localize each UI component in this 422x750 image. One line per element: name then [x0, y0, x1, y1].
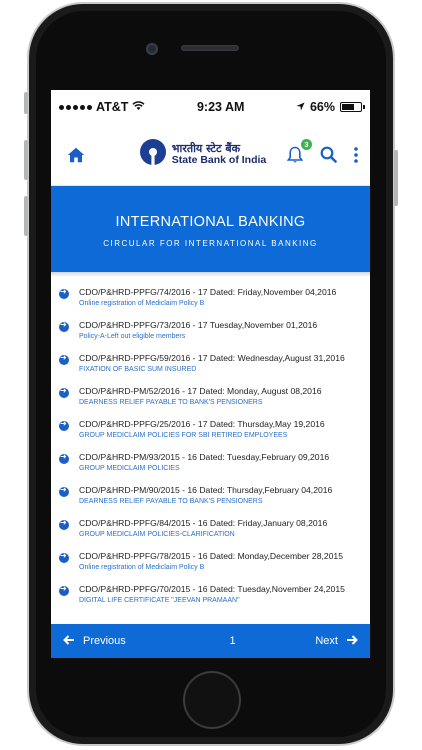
arrow-circle-right-icon: [59, 320, 69, 332]
signal-strength-icon: [59, 104, 92, 110]
circular-text: CDO/P&HRD-PPFG/70/2015 - 16 Dated: Tuesd…: [79, 584, 345, 604]
volume-up-button: [24, 140, 28, 180]
wifi-icon: [132, 100, 145, 114]
circular-subtitle[interactable]: GROUP MEDICLAIM POLICIES FOR SBI RETIRED…: [79, 432, 325, 439]
header-actions: 3: [284, 138, 360, 166]
arrow-circle-right-icon: [59, 419, 69, 431]
circular-subtitle[interactable]: GROUP MEDICLAIM POLICIES-CLARIFICATION: [79, 531, 327, 538]
status-time: 9:23 AM: [196, 100, 245, 114]
circular-list-item[interactable]: CDO/P&HRD-PPFG/73/2016 - 17 Tuesday,Nove…: [59, 320, 370, 353]
earpiece-speaker: [181, 45, 239, 51]
circular-title: CDO/P&HRD-PM/90/2015 - 16 Dated: Thursda…: [79, 485, 333, 495]
logo-english-text: State Bank of India: [171, 153, 267, 166]
circular-list-item[interactable]: CDO/P&HRD-PPFG/74/2016 - 17 Dated: Frida…: [59, 287, 370, 320]
page-number: 1: [229, 635, 236, 647]
status-bar: AT&T 9:23 AM 66%: [51, 90, 370, 124]
circular-text: CDO/P&HRD-PPFG/74/2016 - 17 Dated: Frida…: [79, 287, 336, 307]
circular-list: CDO/P&HRD-PPFG/74/2016 - 17 Dated: Frida…: [51, 277, 370, 617]
carrier-name: AT&T: [96, 100, 129, 114]
circular-list-item[interactable]: CDO/P&HRD-PPFG/84/2015 - 16 Dated: Frida…: [59, 518, 370, 551]
circular-title: CDO/P&HRD-PPFG/74/2016 - 17 Dated: Frida…: [79, 287, 337, 297]
circular-list-item[interactable]: CDO/P&HRD-PPFG/59/2016 - 17 Dated: Wedne…: [59, 353, 370, 386]
circular-title: CDO/P&HRD-PPFG/78/2015 - 16 Dated: Monda…: [79, 551, 343, 561]
arrow-circle-right-icon: [59, 353, 69, 365]
circular-subtitle[interactable]: GROUP MEDICLAIM POLICIES: [79, 465, 329, 472]
bell-icon[interactable]: 3: [284, 138, 312, 166]
arrow-circle-right-icon: [59, 386, 69, 398]
status-left: AT&T: [59, 100, 145, 114]
sbi-keyhole-icon: [139, 138, 167, 171]
volume-down-button: [24, 196, 28, 236]
arrow-left-icon: [63, 634, 75, 648]
previous-button[interactable]: Previous: [63, 634, 126, 648]
next-button[interactable]: Next: [315, 634, 358, 648]
battery-icon: [340, 102, 365, 112]
banner-title: INTERNATIONAL BANKING: [115, 214, 306, 230]
mute-switch: [24, 92, 28, 114]
circular-subtitle[interactable]: Policy-A-Left out eligible members: [79, 333, 317, 340]
banner-subtitle: CIRCULAR FOR INTERNATIONAL BANKING: [103, 239, 318, 248]
search-icon[interactable]: [318, 144, 340, 166]
arrow-circle-right-icon: [59, 584, 69, 596]
battery-level: [342, 104, 354, 110]
home-icon[interactable]: [65, 144, 87, 166]
arrow-circle-right-icon: [59, 287, 69, 299]
pagination-bar: Previous 1 Next: [51, 624, 370, 658]
power-button: [394, 150, 398, 206]
circular-text: CDO/P&HRD-PPFG/84/2015 - 16 Dated: Frida…: [79, 518, 327, 538]
circular-title: CDO/P&HRD-PPFG/84/2015 - 16 Dated: Frida…: [79, 518, 328, 528]
circular-title: CDO/P&HRD-PPFG/70/2015 - 16 Dated: Tuesd…: [79, 584, 345, 594]
location-arrow-icon: [296, 100, 305, 114]
circular-list-item[interactable]: CDO/P&HRD-PPFG/70/2015 - 16 Dated: Tuesd…: [59, 584, 370, 617]
circular-title: CDO/P&HRD-PPFG/25/2016 - 17 Dated: Thurs…: [79, 419, 325, 429]
circular-subtitle[interactable]: DEARNESS RELIEF PAYABLE TO BANK'S PENSIO…: [79, 399, 322, 406]
circular-title: CDO/P&HRD-PM/52/2016 - 17 Dated: Monday,…: [79, 386, 322, 396]
logo-text: भारतीय स्टेट बैंक State Bank of India: [171, 141, 267, 167]
circular-subtitle[interactable]: FIXATION OF BASIC SUM INSURED: [79, 366, 345, 373]
circular-list-item[interactable]: CDO/P&HRD-PM/52/2016 - 17 Dated: Monday,…: [59, 386, 370, 419]
circular-text: CDO/P&HRD-PPFG/78/2015 - 16 Dated: Monda…: [79, 551, 343, 571]
status-right: 66%: [296, 100, 365, 114]
app-screen: AT&T 9:23 AM 66% भारतीय स्टेट बैंक State…: [51, 90, 370, 658]
circular-subtitle[interactable]: DIGITAL LIFE CERTIFICATE "JEEVAN PRAMAAN…: [79, 597, 345, 604]
section-banner: INTERNATIONAL BANKING CIRCULAR FOR INTER…: [51, 186, 370, 272]
circular-text: CDO/P&HRD-PPFG/59/2016 - 17 Dated: Wedne…: [79, 353, 345, 373]
home-button[interactable]: [183, 671, 241, 729]
circular-text: CDO/P&HRD-PPFG/73/2016 - 17 Tuesday,Nove…: [79, 320, 317, 340]
arrow-circle-right-icon: [59, 551, 69, 563]
arrow-circle-right-icon: [59, 518, 69, 530]
circular-title: CDO/P&HRD-PPFG/73/2016 - 17 Tuesday,Nove…: [79, 320, 318, 330]
arrow-circle-right-icon: [59, 485, 69, 497]
app-header: भारतीय स्टेट बैंक State Bank of India 3: [51, 124, 370, 186]
circular-subtitle[interactable]: DEARNESS RELIEF PAYABLE TO BANK'S PENSIO…: [79, 498, 332, 505]
arrow-right-icon: [346, 634, 358, 648]
circular-text: CDO/P&HRD-PM/93/2015 - 16 Dated: Tuesday…: [79, 452, 329, 472]
previous-label: Previous: [83, 635, 126, 647]
circular-list-item[interactable]: CDO/P&HRD-PM/90/2015 - 16 Dated: Thursda…: [59, 485, 370, 518]
front-camera: [146, 43, 158, 55]
circular-text: CDO/P&HRD-PPFG/25/2016 - 17 Dated: Thurs…: [79, 419, 325, 439]
kebab-menu-icon[interactable]: [352, 144, 360, 166]
circular-subtitle[interactable]: Online registration of Mediclaim Policy …: [79, 300, 336, 307]
circular-text: CDO/P&HRD-PM/52/2016 - 17 Dated: Monday,…: [79, 386, 322, 406]
circular-list-item[interactable]: CDO/P&HRD-PPFG/25/2016 - 17 Dated: Thurs…: [59, 419, 370, 452]
sbi-logo: भारतीय स्टेट बैंक State Bank of India: [139, 138, 267, 171]
circular-list-item[interactable]: CDO/P&HRD-PPFG/78/2015 - 16 Dated: Monda…: [59, 551, 370, 584]
circular-title: CDO/P&HRD-PPFG/59/2016 - 17 Dated: Wedne…: [79, 353, 345, 363]
circular-title: CDO/P&HRD-PM/93/2015 - 16 Dated: Tuesday…: [79, 452, 330, 462]
battery-percentage: 66%: [309, 100, 335, 114]
logo-hindi-text: भारतीय स्टेट बैंक: [171, 141, 241, 155]
next-label: Next: [315, 635, 338, 647]
arrow-circle-right-icon: [59, 452, 69, 464]
circular-text: CDO/P&HRD-PM/90/2015 - 16 Dated: Thursda…: [79, 485, 332, 505]
circular-subtitle[interactable]: Online registration of Mediclaim Policy …: [79, 564, 343, 571]
notification-badge: 3: [300, 138, 312, 150]
circular-list-item[interactable]: CDO/P&HRD-PM/93/2015 - 16 Dated: Tuesday…: [59, 452, 370, 485]
